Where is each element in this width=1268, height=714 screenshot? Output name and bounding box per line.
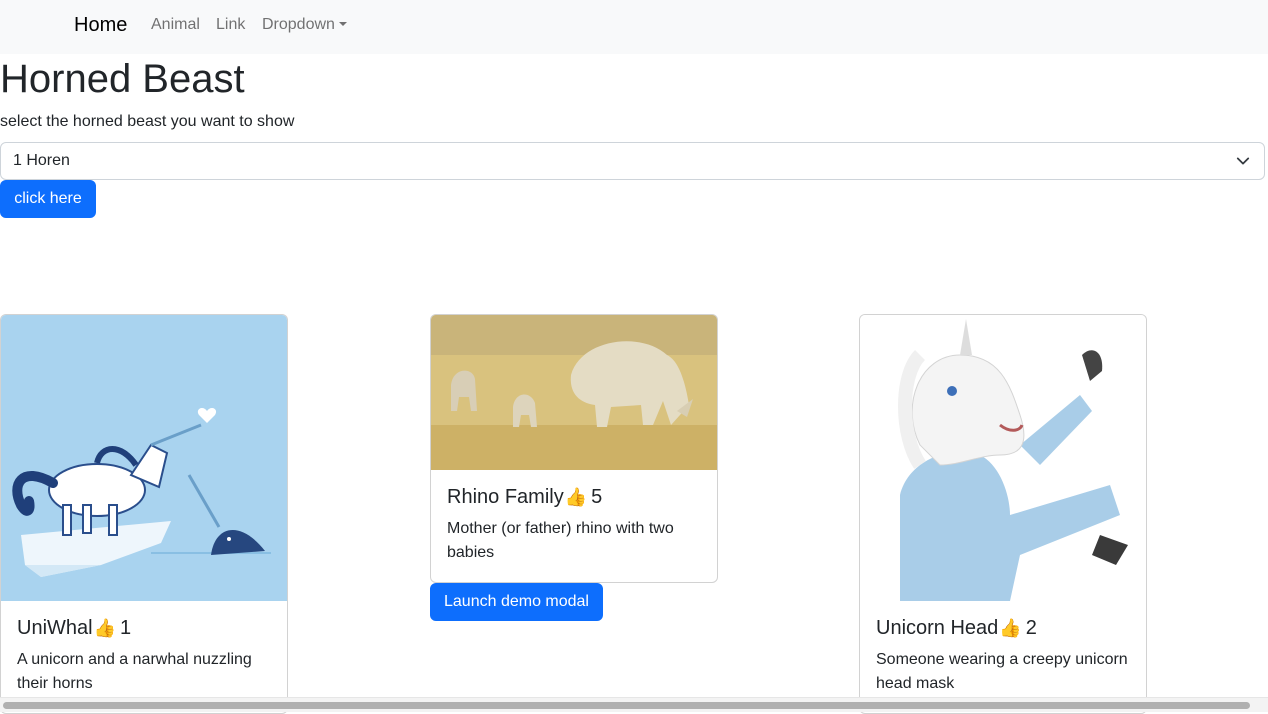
card-body: Unicorn Head 👍 2 Someone wearing a creepy … — [860, 601, 1146, 712]
caret-down-icon — [338, 22, 347, 26]
thumbs-up-icon: 👍 — [999, 618, 1022, 638]
beast-card-unicorn-head[interactable]: Unicorn Head 👍 2 Someone wearing a creepy … — [859, 314, 1147, 714]
thumbs-up-icon: 👍 — [93, 618, 116, 638]
card-description: A unicorn and a narwhal nuzzling their h… — [17, 651, 252, 692]
horn-count-select[interactable]: 1 Horen — [0, 142, 1265, 180]
card-title: Unicorn Head 👍 2 — [876, 617, 1130, 640]
likes-count: 5 — [591, 486, 603, 508]
card-title: UniWhal 👍 1 — [17, 617, 271, 640]
unicorn-head-image[interactable] — [860, 315, 1146, 601]
card-description: Mother (or father) rhino with two babies — [447, 520, 674, 561]
beast-card-uniwhal[interactable]: UniWhal 👍 1 A unicorn and a narwhal nuzzli… — [0, 314, 288, 714]
card-title-text: Unicorn Head — [876, 617, 999, 639]
card-body: Rhino Family 👍 5 Mother (or father) rhino … — [431, 470, 717, 581]
click-here-button[interactable]: click here — [0, 180, 96, 218]
chevron-down-icon — [1236, 157, 1250, 165]
nav-link-link[interactable]: Link — [216, 16, 245, 34]
card-title-text: UniWhal — [17, 617, 93, 639]
card-title: Rhino Family 👍 5 — [447, 486, 701, 509]
nav-dropdown-label: Dropdown — [262, 16, 335, 33]
horizontal-scrollbar[interactable] — [0, 697, 1268, 712]
scrollbar-thumb[interactable] — [3, 702, 1250, 709]
select-label: select the horned beast you want to show — [0, 113, 295, 130]
nav-link-animal[interactable]: Animal — [151, 16, 200, 34]
navbar-brand-home[interactable]: Home — [74, 14, 127, 37]
page-title: Horned Beast — [0, 57, 245, 101]
navbar: Home Animal Link Dropdown — [0, 0, 1268, 54]
launch-demo-modal-button[interactable]: Launch demo modal — [430, 583, 603, 621]
likes-count: 1 — [120, 617, 132, 639]
card-body: UniWhal 👍 1 A unicorn and a narwhal nuzzli… — [1, 601, 287, 712]
beast-card-rhino-family[interactable]: Rhino Family 👍 5 Mother (or father) rhino … — [430, 314, 718, 583]
rhino-family-image[interactable] — [431, 315, 717, 470]
select-value: 1 Horen — [13, 152, 70, 169]
likes-count: 2 — [1025, 617, 1037, 639]
nav-dropdown-toggle[interactable]: Dropdown — [262, 16, 347, 34]
thumbs-up-icon: 👍 — [564, 487, 588, 507]
uniwhal-image[interactable] — [1, 315, 287, 601]
card-title-text: Rhino Family — [447, 486, 564, 508]
card-description: Someone wearing a creepy unicorn head ma… — [876, 651, 1128, 692]
